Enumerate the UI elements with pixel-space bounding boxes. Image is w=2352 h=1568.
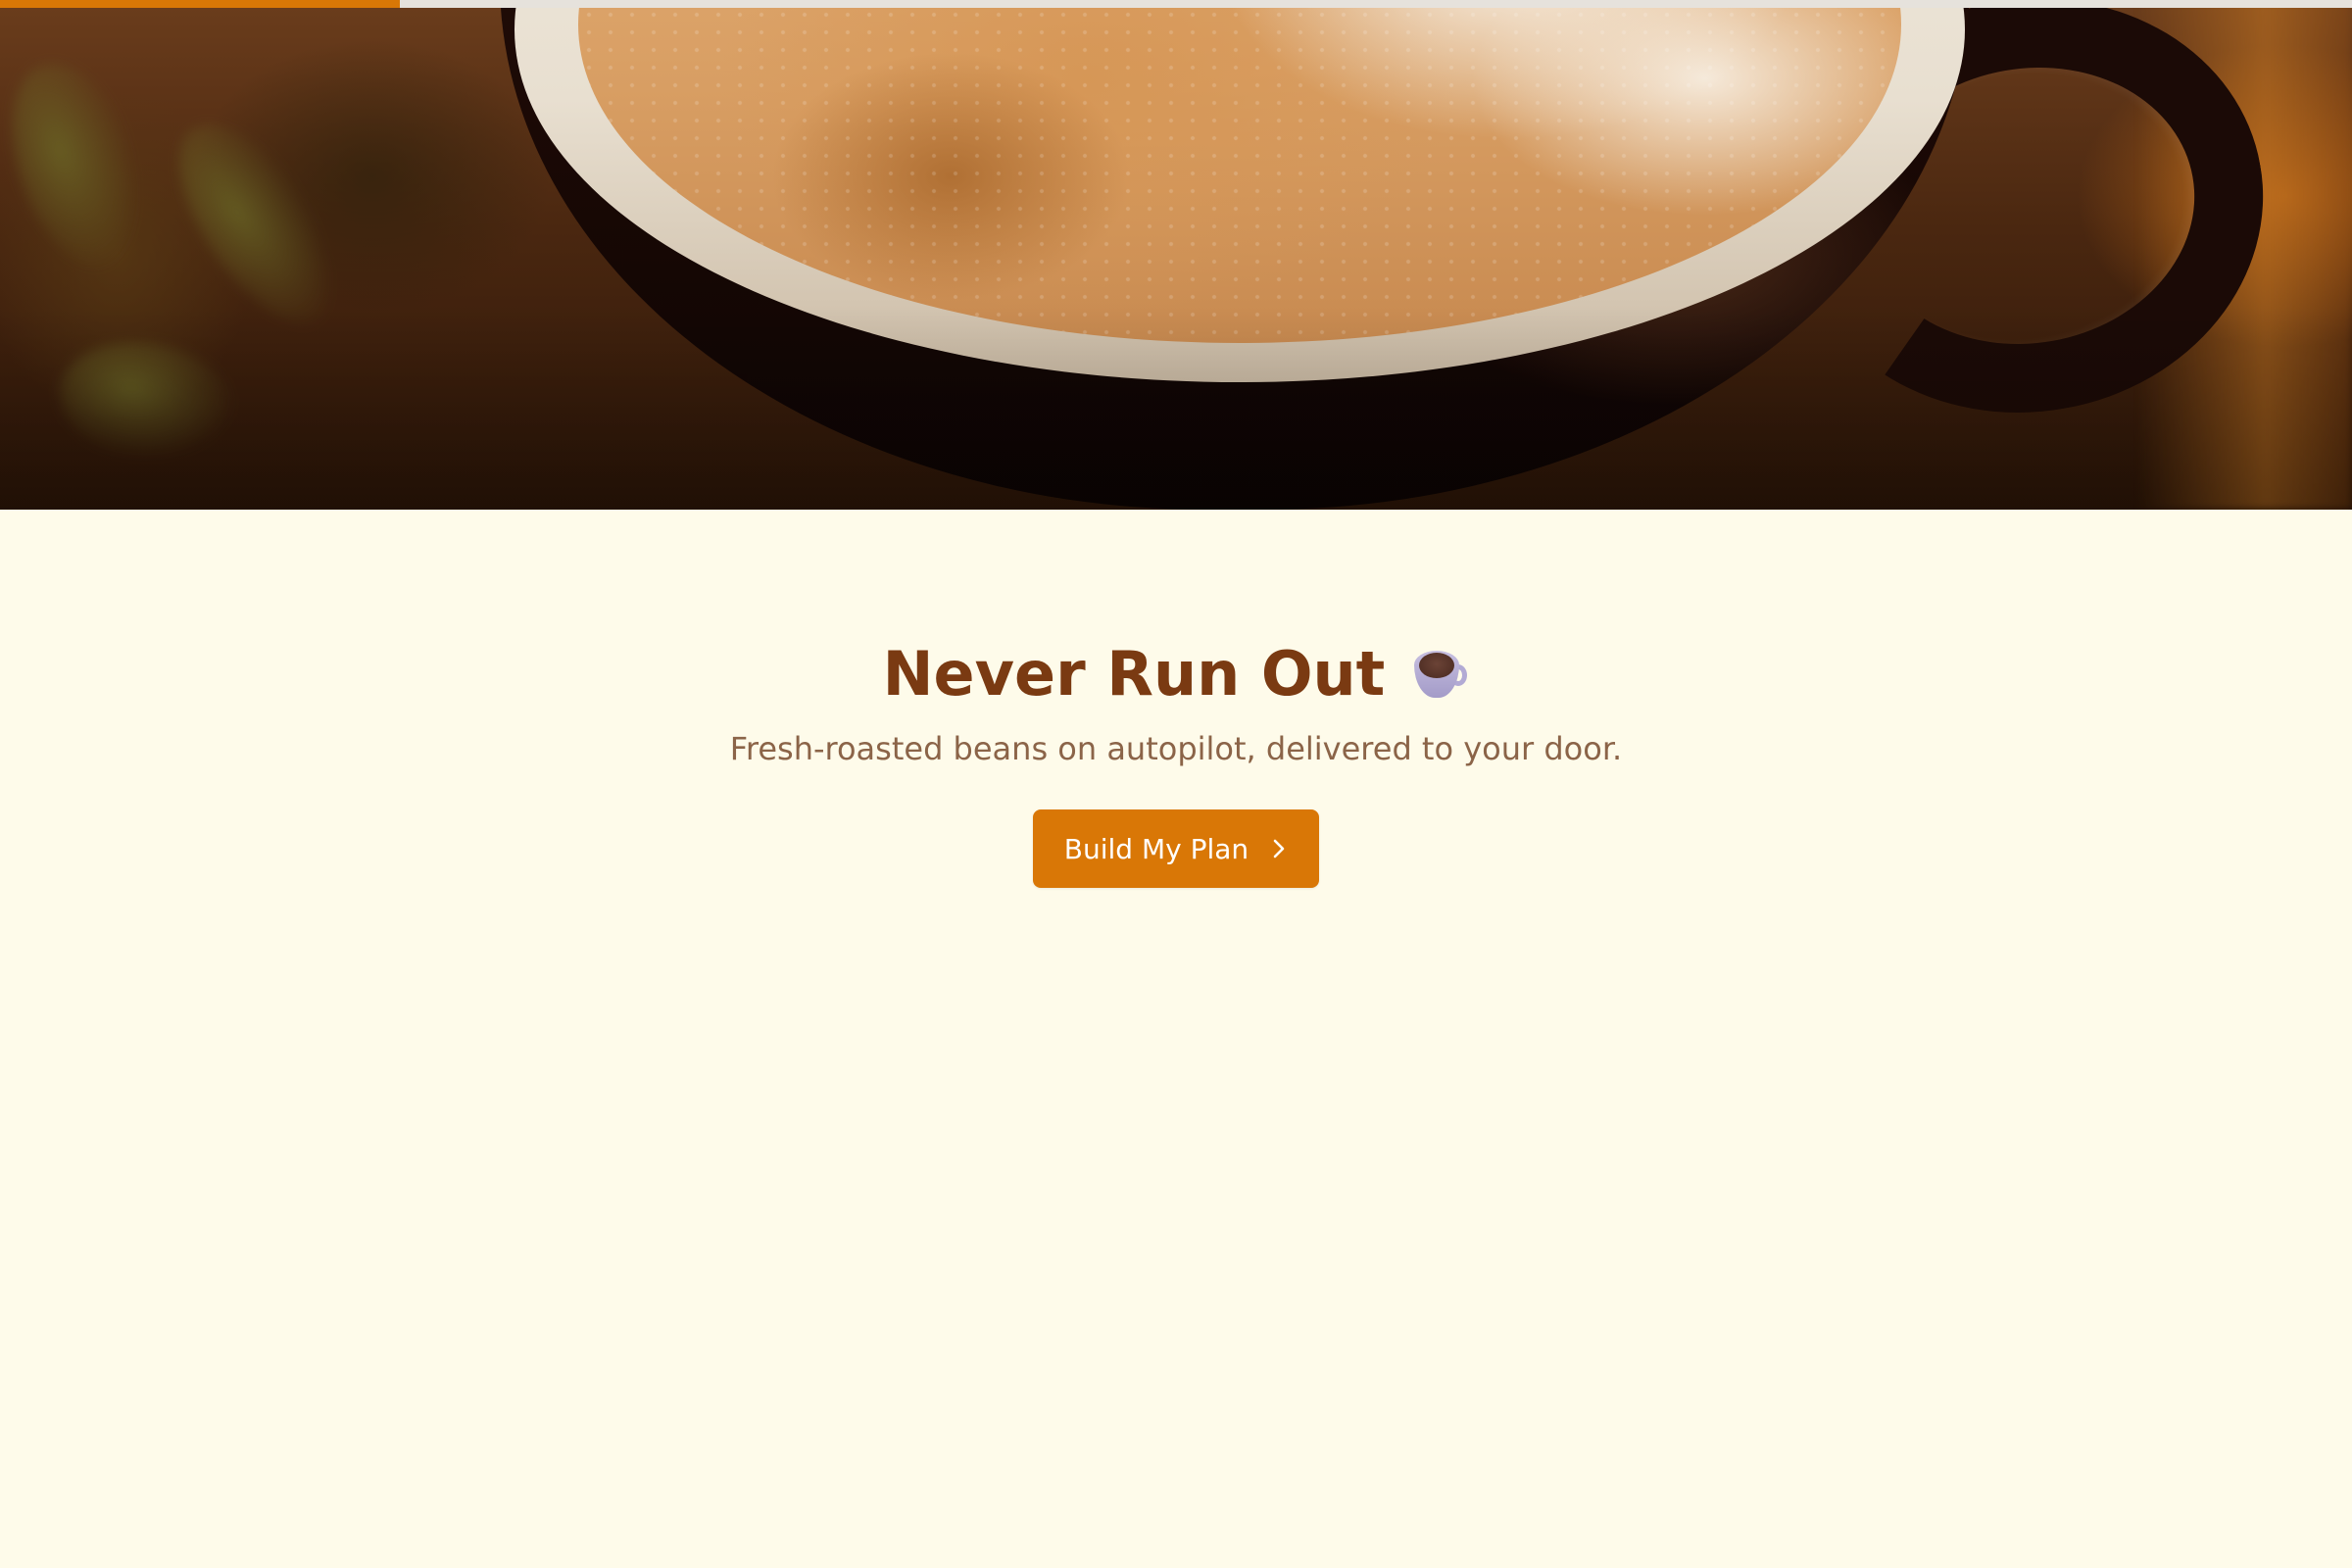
page: Never Run Out Fresh-roasted beans on aut… bbox=[0, 0, 2352, 1568]
coffee-cup-icon bbox=[1410, 645, 1469, 704]
page-title: Never Run Out bbox=[883, 635, 1470, 713]
build-my-plan-label: Build My Plan bbox=[1063, 832, 1250, 865]
build-my-plan-button[interactable]: Build My Plan bbox=[1033, 809, 1319, 888]
page-title-text: Never Run Out bbox=[882, 638, 1386, 710]
progress-bar-fill bbox=[0, 0, 400, 8]
chevron-right-icon bbox=[1273, 839, 1285, 858]
hero-content: Never Run Out Fresh-roasted beans on aut… bbox=[0, 510, 2352, 888]
hero-image bbox=[0, 0, 2352, 510]
progress-bar bbox=[0, 0, 2352, 8]
page-subtitle: Fresh-roasted beans on autopilot, delive… bbox=[729, 730, 1623, 767]
hero-shade bbox=[0, 0, 2352, 510]
